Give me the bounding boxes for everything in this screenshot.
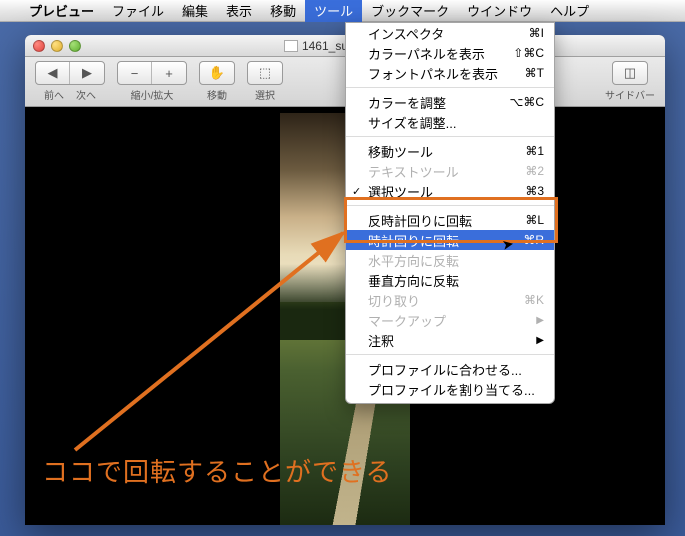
menu-item[interactable]: カラーパネルを表示 ⇧⌘C [346,43,554,63]
menu-item[interactable]: カラーを調整 ⌥⌘C [346,92,554,112]
menubar: プレビュー ファイル 編集 表示 移動 ツール ブックマーク ウインドウ ヘルプ [0,0,685,22]
next-label: 次へ [76,87,96,102]
menu-shortcut: ⌘3 [525,184,544,198]
menu-item-label: カラーパネルを表示 [368,44,485,63]
submenu-arrow-icon: ▶ [536,335,544,346]
zoom-in-button[interactable]: + [152,62,186,84]
menu-item-label: インスペクタ [368,24,444,43]
menu-item[interactable]: 時計回りに回転 ⌘R [346,230,554,250]
menu-item[interactable]: インスペクタ ⌘I [346,23,554,43]
check-icon: ✓ [352,185,361,198]
menu-item: 水平方向に反転 [346,250,554,270]
menu-shortcut: ⌥⌘C [510,95,545,109]
menu-shortcut: ⌘R [523,233,544,247]
sidebar-group: ◫ サイドバー [605,61,655,102]
annotation-text: ココで回転することができる [42,452,392,489]
menu-item-label: 選択ツール [368,182,433,201]
menu-edit[interactable]: 編集 [173,0,217,22]
select-tool-button[interactable]: ⬚ [248,62,282,84]
select-label: 選択 [255,87,275,102]
move-label: 移動 [207,87,227,102]
submenu-arrow-icon: ▶ [536,315,544,326]
minimize-button[interactable] [51,40,63,52]
menu-item-label: 水平方向に反転 [368,251,459,270]
sidebar-button[interactable]: ◫ [613,62,647,84]
move-tool-button[interactable]: ✋ [200,62,234,84]
menu-bookmark[interactable]: ブックマーク [362,0,458,22]
menu-item-label: カラーを調整 [368,93,446,112]
next-button[interactable]: ▶ [70,62,104,84]
menu-item-label: 垂直方向に反転 [368,271,459,290]
menu-item-label: 反時計回りに回転 [368,211,472,230]
menu-separator [346,136,554,137]
menu-file[interactable]: ファイル [103,0,173,22]
menu-item-label: サイズを調整... [368,113,456,132]
menu-shortcut: ⌘L [525,213,544,227]
menu-help[interactable]: ヘルプ [541,0,598,22]
menu-item[interactable]: フォントパネルを表示 ⌘T [346,63,554,83]
menu-item-label: マークアップ [368,311,446,330]
menu-app[interactable]: プレビュー [20,0,103,22]
menu-item: 切り取り ⌘K [346,290,554,310]
zoom-label: 縮小/拡大 [131,87,174,102]
move-group: ✋ 移動 [199,61,235,102]
menu-item[interactable]: 垂直方向に反転 [346,270,554,290]
menu-shortcut: ⇧⌘C [513,46,544,60]
menu-window[interactable]: ウインドウ [458,0,541,22]
menu-separator [346,205,554,206]
menu-shortcut: ⌘K [524,293,544,307]
menu-item-label: 移動ツール [368,142,433,161]
menu-shortcut: ⌘2 [525,164,544,178]
menu-separator [346,354,554,355]
menu-item[interactable]: プロファイルを割り当てる... [346,379,554,399]
menu-shortcut: ⌘T [525,66,544,80]
menu-item-label: 切り取り [368,291,420,310]
menu-item[interactable]: 移動ツール ⌘1 [346,141,554,161]
nav-group: ◀ ▶ 前へ 次へ [35,61,105,102]
back-button[interactable]: ◀ [36,62,70,84]
menu-view[interactable]: 表示 [217,0,261,22]
menu-item[interactable]: プロファイルに合わせる... [346,359,554,379]
menu-tools[interactable]: ツール [305,0,362,22]
menu-separator [346,87,554,88]
tools-dropdown: インスペクタ ⌘I カラーパネルを表示 ⇧⌘C フォントパネルを表示 ⌘T カラーを調整 ⌥⌘… [345,22,555,404]
sidebar-label: サイドバー [605,87,655,102]
traffic-lights [33,40,81,52]
file-icon [284,40,298,52]
menu-shortcut: ⌘1 [525,144,544,158]
menu-item-label: フォントパネルを表示 [368,64,498,83]
menu-item-label: プロファイルに合わせる... [368,360,522,379]
zoom-out-button[interactable]: − [118,62,152,84]
zoom-button[interactable] [69,40,81,52]
menu-item-label: 注釈 [368,331,394,350]
menu-item[interactable]: サイズを調整... [346,112,554,132]
menu-item[interactable]: 反時計回りに回転 ⌘L [346,210,554,230]
menu-item-label: プロファイルを割り当てる... [368,380,535,399]
menu-item: テキストツール ⌘2 [346,161,554,181]
menu-item-label: 時計回りに回転 [368,231,459,250]
back-label: 前へ [44,87,64,102]
zoom-group: − + 縮小/拡大 [117,61,187,102]
menu-item-label: テキストツール [368,162,459,181]
close-button[interactable] [33,40,45,52]
menu-item[interactable]: ✓ 選択ツール ⌘3 [346,181,554,201]
menu-item[interactable]: 注釈 ▶ [346,330,554,350]
menu-go[interactable]: 移動 [261,0,305,22]
select-group: ⬚ 選択 [247,61,283,102]
menu-shortcut: ⌘I [529,26,544,40]
menu-item: マークアップ ▶ [346,310,554,330]
